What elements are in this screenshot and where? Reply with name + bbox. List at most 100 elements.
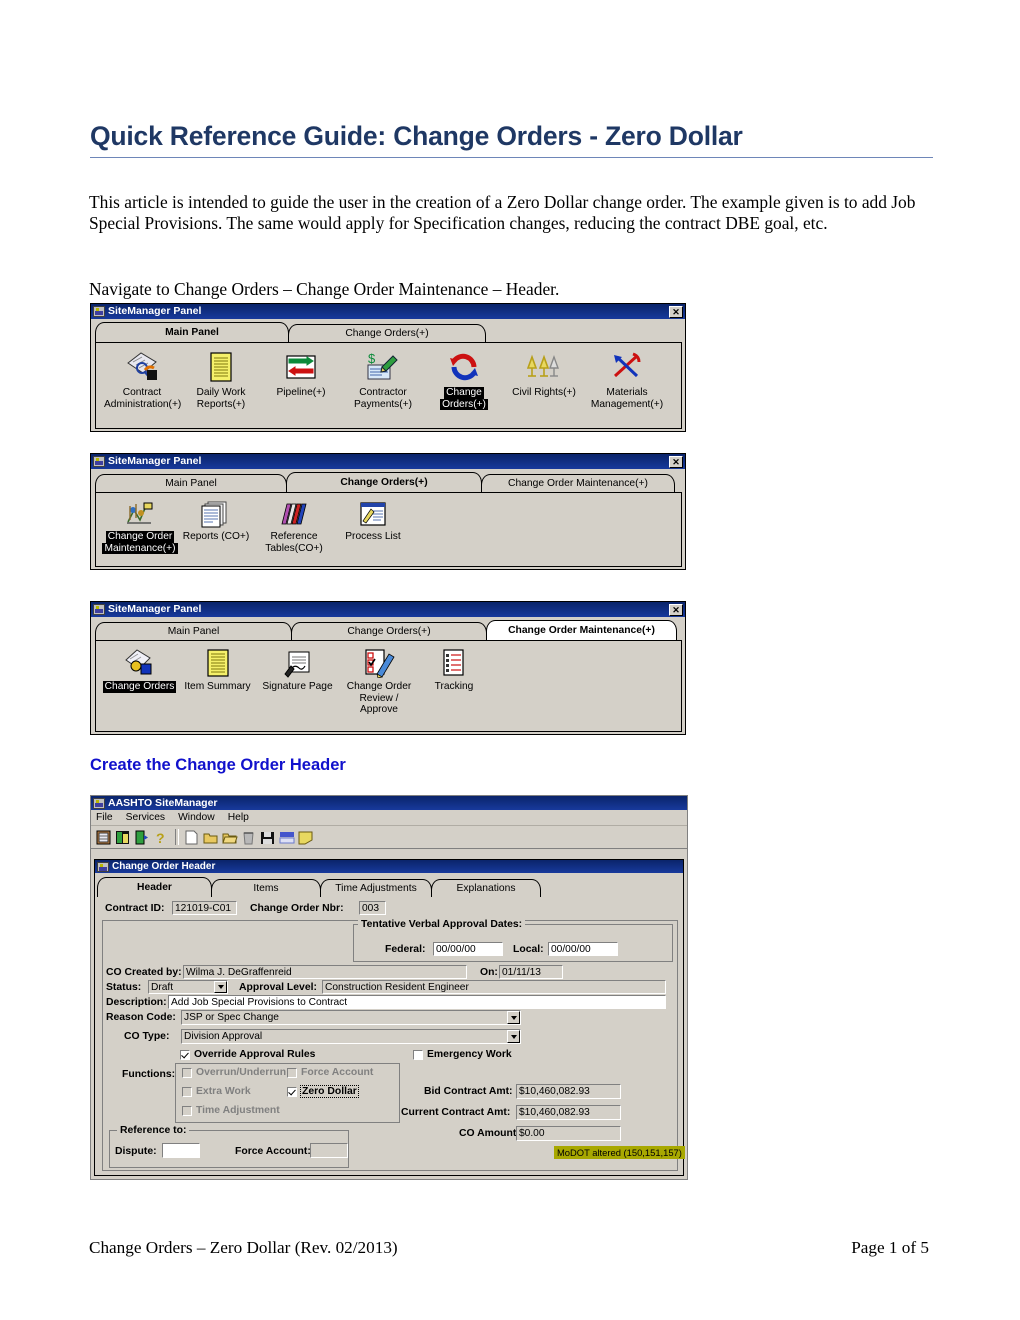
panel3-tab-main-panel[interactable]: Main Panel xyxy=(95,622,292,640)
panel-icon[interactable] xyxy=(95,829,112,846)
services-icon[interactable] xyxy=(114,829,131,846)
save-icon[interactable] xyxy=(259,829,276,846)
notes-icon[interactable] xyxy=(297,829,314,846)
checkbox-box xyxy=(180,1049,190,1060)
chevron-down-icon[interactable] xyxy=(214,981,227,993)
federal-date-field[interactable]: 00/00/00 xyxy=(433,942,503,956)
panel2-tab-main-panel[interactable]: Main Panel xyxy=(95,474,287,492)
function-overrun-underrun-checkbox[interactable]: Overrun/Underrun xyxy=(182,1067,286,1078)
function-extra-work-checkbox[interactable]: Extra Work xyxy=(182,1086,251,1097)
contract-id-field[interactable]: 121019-C01 xyxy=(172,901,237,915)
function-force-account-label: Force Account xyxy=(301,1067,374,1078)
panel3-tab-change-order-maintenance[interactable]: Change Order Maintenance(+) xyxy=(486,620,677,640)
panel2-close-button[interactable]: ✕ xyxy=(669,455,683,468)
panel1-tabbody: Contract Administration(+) Daily Work Re… xyxy=(95,342,682,429)
override-approval-rules-checkbox[interactable]: Override Approval Rules xyxy=(180,1049,315,1060)
panel-item-pipeline[interactable]: Pipeline(+) xyxy=(260,349,342,410)
sitemanager-panel-2: SiteManager Panel ✕ Main Panel Change Or… xyxy=(90,453,686,570)
function-time-adjustment-checkbox[interactable]: Time Adjustment xyxy=(182,1105,280,1116)
menu-services[interactable]: Services xyxy=(126,812,165,823)
approval-level-field: Construction Resident Engineer xyxy=(322,980,666,994)
current-contract-amt-field: $10,460,082.93 xyxy=(516,1105,621,1120)
chevron-down-icon[interactable] xyxy=(507,1011,520,1024)
panel-item-contract-administration[interactable]: Contract Administration(+) xyxy=(102,349,182,410)
panel3-icon-label-line3: Approve xyxy=(360,704,398,715)
panel-item-process-list[interactable]: Process List xyxy=(334,499,412,554)
description-label: Description: xyxy=(106,997,167,1008)
help-icon[interactable]: ? xyxy=(152,829,169,846)
panel2-icon-row: Change Order Maintenance(+) Reports (CO+… xyxy=(96,493,681,554)
function-time-adjustment-label: Time Adjustment xyxy=(196,1105,280,1116)
menu-file[interactable]: File xyxy=(96,812,113,823)
materials-management-icon xyxy=(584,349,670,385)
open-icon[interactable] xyxy=(202,829,219,846)
panel1-icon-label-line2: Management(+) xyxy=(590,398,664,410)
chevron-down-icon[interactable] xyxy=(507,1030,520,1043)
bid-contract-amt-field: $10,460,082.93 xyxy=(516,1084,621,1099)
contractor-payments-icon: $ xyxy=(342,349,424,385)
sitemanager-app-icon xyxy=(93,456,105,467)
panel-item-signature-page[interactable]: Signature Page xyxy=(256,647,339,716)
panel-item-civil-rights[interactable]: Civil Rights(+) xyxy=(504,349,584,410)
function-force-account-checkbox[interactable]: Force Account xyxy=(287,1067,373,1078)
tab-items[interactable]: Items xyxy=(211,879,321,897)
new-icon[interactable] xyxy=(183,829,200,846)
logout-icon[interactable] xyxy=(133,829,150,846)
panel-item-reports-co[interactable]: Reports (CO+) xyxy=(178,499,254,554)
panel1-title: SiteManager Panel xyxy=(108,305,202,317)
local-date-field[interactable]: 00/00/00 xyxy=(548,942,618,956)
co-amount-field: $0.00 xyxy=(516,1126,621,1141)
function-zero-dollar-checkbox[interactable]: Zero Dollar xyxy=(287,1085,359,1098)
current-contract-amt-label: Current Contract Amt: xyxy=(401,1107,511,1118)
panel3-tabbody: Change Orders Item Summary Signature Pag… xyxy=(95,640,682,732)
panel3-icon-label-line1: Signature Page xyxy=(262,681,333,692)
milestone-icon[interactable] xyxy=(278,829,295,846)
reason-code-combobox[interactable]: JSP or Spec Change xyxy=(181,1010,521,1025)
checkbox-box xyxy=(287,1067,297,1078)
description-field[interactable]: Add Job Special Provisions to Contract xyxy=(168,995,666,1009)
panel3-icon-row: Change Orders Item Summary Signature Pag… xyxy=(96,641,681,716)
co-type-combobox[interactable]: Division Approval xyxy=(181,1029,521,1044)
reason-code-label: Reason Code: xyxy=(106,1012,176,1023)
panel2-tab-change-order-maintenance[interactable]: Change Order Maintenance(+) xyxy=(481,474,675,492)
menu-window[interactable]: Window xyxy=(178,812,215,823)
sitemanager-panel-3: SiteManager Panel ✕ Main Panel Change Or… xyxy=(90,601,686,735)
panel-item-change-order-review-approve[interactable]: Change Order Review / Approve xyxy=(339,647,419,716)
panel-item-materials-management[interactable]: Materials Management(+) xyxy=(584,349,670,410)
panel2-tab-change-orders[interactable]: Change Orders(+) xyxy=(286,472,482,492)
menu-help[interactable]: Help xyxy=(228,812,249,823)
panel1-icon-label-line2: Reports(+) xyxy=(196,398,246,410)
tab-header[interactable]: Header xyxy=(97,877,212,897)
tab-time-adjustments[interactable]: Time Adjustments xyxy=(320,879,432,897)
inner-titlebar: Change Order Header xyxy=(95,860,683,873)
panel1-tab-main-panel[interactable]: Main Panel xyxy=(95,322,289,342)
panel-item-tracking[interactable]: Tracking xyxy=(419,647,489,716)
panel-item-item-summary[interactable]: Item Summary xyxy=(179,647,256,716)
emergency-work-checkbox[interactable]: Emergency Work xyxy=(413,1049,512,1060)
sitemanager-app-icon xyxy=(93,604,105,615)
tab-explanations[interactable]: Explanations xyxy=(431,879,541,897)
sitemanager-panel-1: SiteManager Panel ✕ Main Panel Change Or… xyxy=(90,303,686,432)
status-combobox[interactable]: Draft xyxy=(148,980,228,994)
panel3-close-button[interactable]: ✕ xyxy=(669,603,683,616)
item-summary-icon xyxy=(179,647,256,679)
panel1-tab-change-orders[interactable]: Change Orders(+) xyxy=(288,324,486,342)
civil-rights-icon xyxy=(504,349,584,385)
dispute-field[interactable] xyxy=(162,1143,200,1158)
panel3-icon-label-line1: Item Summary xyxy=(184,681,251,692)
delete-icon[interactable] xyxy=(240,829,257,846)
emergency-work-label: Emergency Work xyxy=(427,1049,512,1060)
panel-item-daily-work-reports[interactable]: Daily Work Reports(+) xyxy=(182,349,260,410)
panel-item-change-order-maintenance[interactable]: Change Order Maintenance(+) xyxy=(102,499,178,554)
panel3-tab-change-orders[interactable]: Change Orders(+) xyxy=(291,622,487,640)
panel-item-change-orders[interactable]: Change Orders(+) xyxy=(424,349,504,410)
change-order-nbr-field[interactable]: 003 xyxy=(359,901,386,915)
functions-label: Functions: xyxy=(122,1069,176,1080)
intro-paragraph: This article is intended to guide the us… xyxy=(89,192,916,233)
panel-item-change-orders[interactable]: Change Orders xyxy=(100,647,179,716)
panel-item-contractor-payments[interactable]: $ Contractor Payments(+) xyxy=(342,349,424,410)
reference-tables-icon xyxy=(254,499,334,529)
open-alt-icon[interactable] xyxy=(221,829,238,846)
panel-item-reference-tables[interactable]: Reference Tables(CO+) xyxy=(254,499,334,554)
panel1-close-button[interactable]: ✕ xyxy=(669,305,683,318)
